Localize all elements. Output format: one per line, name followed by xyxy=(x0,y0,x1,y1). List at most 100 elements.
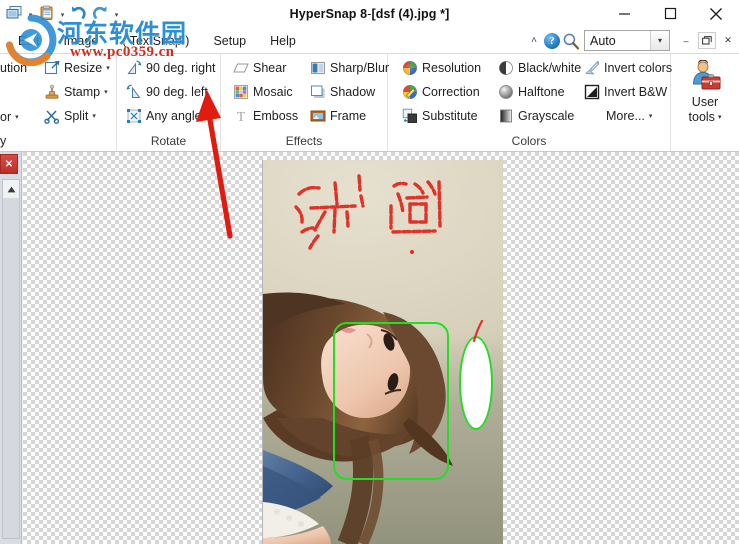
window-title-app: HyperSnap 8 xyxy=(289,6,368,21)
scroll-up-arrow-icon[interactable] xyxy=(3,180,19,198)
black-white-icon xyxy=(498,60,514,76)
title-bar: ▾ ▾ ▾ HyperSnap 8 - [dsf (4).jpg *] xyxy=(0,0,739,27)
ribbon-item-more-colors[interactable]: More... ▾ xyxy=(580,104,656,128)
rotate-right-icon xyxy=(126,60,142,76)
workspace: ✕ xyxy=(0,152,739,544)
redo-icon[interactable] xyxy=(90,3,111,24)
ribbon-item-split[interactable]: Split ▾ xyxy=(40,104,100,128)
ribbon-item-label: Correction xyxy=(422,85,480,99)
green-rectangle-annotation[interactable] xyxy=(333,322,449,480)
stamp-icon xyxy=(44,84,60,100)
close-icon[interactable]: ✕ xyxy=(0,154,18,174)
mdi-minimize-button[interactable]: – xyxy=(677,32,695,49)
menu-bar-right: ˄ ? Auto ▾ – ✕ xyxy=(526,27,737,54)
close-button[interactable] xyxy=(693,0,739,27)
menu-item-image[interactable]: Image xyxy=(52,27,111,54)
user-tools-label-line2: tools ▾ xyxy=(689,110,722,125)
minimize-button[interactable] xyxy=(601,0,647,27)
ribbon-group-colors: Resolution Correction Substitute Black/w… xyxy=(388,54,672,151)
opened-image[interactable] xyxy=(262,160,503,544)
ribbon-item-color-resolution[interactable]: Resolution xyxy=(398,56,485,80)
zoom-combo[interactable]: Auto ▾ xyxy=(584,30,670,51)
chevron-down-icon[interactable]: ▾ xyxy=(649,112,653,120)
shear-icon xyxy=(233,60,249,76)
search-icon[interactable] xyxy=(562,32,580,50)
capture-icon[interactable] xyxy=(4,3,25,24)
menu-items: Edit Image ( TextSnap ) Setup Help xyxy=(6,27,308,54)
menu-item-help[interactable]: Help xyxy=(258,27,308,54)
red-tick-annotation xyxy=(472,320,484,342)
colors-group-column-2: Black/white Halftone Grayscale xyxy=(494,56,585,128)
ribbon-item-resolution-clipped[interactable]: ution xyxy=(0,56,31,80)
menu-item-edit[interactable]: Edit xyxy=(6,27,52,54)
ribbon-item-y-clipped[interactable]: y xyxy=(0,129,10,153)
maximize-button[interactable] xyxy=(647,0,693,27)
ribbon-item-color-substitute[interactable]: Substitute xyxy=(398,104,482,128)
docked-panel-strip: ✕ xyxy=(0,152,22,544)
vertical-scrollbar[interactable] xyxy=(2,179,20,539)
help-icon[interactable]: ? xyxy=(544,32,560,49)
user-tools-label-line1: User xyxy=(691,95,719,109)
chevron-down-icon[interactable]: ▾ xyxy=(15,113,19,121)
red-handdrawn-characters xyxy=(294,174,442,255)
ribbon-group-effects: Shear Mosaic T Emboss Sharp/Blur Shadow … xyxy=(221,54,389,151)
ribbon-item-label: Halftone xyxy=(518,85,565,99)
capture-dropdown-icon[interactable]: ▾ xyxy=(26,3,35,24)
ribbon-item-black-white[interactable]: Black/white xyxy=(494,56,585,80)
image-canvas[interactable] xyxy=(23,152,739,544)
ribbon-item-invert-colors[interactable]: Invert colors xyxy=(580,56,676,80)
mdi-close-button[interactable]: ✕ xyxy=(719,32,737,49)
ribbon-item-label: Split xyxy=(64,109,89,123)
chevron-down-icon[interactable]: ▾ xyxy=(718,110,722,125)
customize-qat-icon[interactable]: ▾ xyxy=(112,3,121,24)
ribbon-item-color-clipped[interactable]: or ▾ xyxy=(0,105,23,129)
ribbon-item-shadow[interactable]: Shadow xyxy=(306,80,379,104)
ribbon-item-grayscale[interactable]: Grayscale xyxy=(494,104,578,128)
ribbon-item-invert-bw[interactable]: Invert B&W xyxy=(580,80,671,104)
menu-item-setup[interactable]: Setup xyxy=(201,27,258,54)
ribbon-item-label: Resolution xyxy=(422,61,482,75)
colors-group-column-3: Invert colors Invert B&W More... ▾ xyxy=(580,56,676,128)
ribbon-item-halftone[interactable]: Halftone xyxy=(494,80,569,104)
ribbon-item-resize[interactable]: Resize ▾ xyxy=(40,56,114,80)
chevron-down-icon[interactable]: ▾ xyxy=(92,112,96,120)
ribbon-item-shear[interactable]: Shear xyxy=(229,56,290,80)
shadow-icon xyxy=(310,84,326,100)
undo-icon[interactable] xyxy=(68,3,89,24)
ribbon-item-label: y xyxy=(0,134,7,148)
quick-access-toolbar: ▾ ▾ ▾ xyxy=(4,2,121,24)
window-title-separator: - xyxy=(367,6,372,21)
window-controls xyxy=(601,0,739,27)
menu-item-textsnap[interactable]: ( TextSnap ) xyxy=(110,27,201,54)
ribbon-item-color-correction[interactable]: Correction xyxy=(398,80,484,104)
green-ellipse-annotation[interactable] xyxy=(459,336,493,430)
ribbon-item-rotate-90-right[interactable]: 90 deg. right xyxy=(122,56,220,80)
ribbon-item-label: Resize xyxy=(64,61,103,75)
red-arrow-annotation xyxy=(196,90,233,239)
colors-group-column-1: Resolution Correction Substitute xyxy=(398,56,485,128)
paste-dropdown-icon[interactable]: ▾ xyxy=(58,3,67,24)
frame-icon xyxy=(310,108,326,124)
zoom-combo-value: Auto xyxy=(590,33,616,48)
user-tools-button[interactable]: User tools ▾ xyxy=(671,54,739,151)
mdi-restore-button[interactable] xyxy=(698,32,716,49)
ribbon-item-frame[interactable]: Frame xyxy=(306,104,370,128)
menu-bar: Edit Image ( TextSnap ) Setup Help ˄ ? A… xyxy=(0,27,739,54)
ribbon: ution or ▾ y Resize ▾ Stamp ▾ Split ▾ 90… xyxy=(0,54,739,152)
ribbon-item-sharp-blur[interactable]: Sharp/Blur xyxy=(306,56,393,80)
effects-group-column-2: Sharp/Blur Shadow Frame xyxy=(306,56,393,128)
ribbon-item-stamp[interactable]: Stamp ▾ xyxy=(40,80,112,104)
ribbon-item-label: Frame xyxy=(330,109,367,123)
ribbon-item-label: Shadow xyxy=(330,85,376,99)
split-scissors-icon xyxy=(44,108,60,124)
chevron-down-icon[interactable]: ▾ xyxy=(106,64,110,72)
paste-icon[interactable] xyxy=(36,3,57,24)
invert-bw-icon xyxy=(584,84,600,100)
collapse-ribbon-icon[interactable]: ˄ xyxy=(526,35,542,46)
ribbon-item-label: or xyxy=(0,110,12,124)
chevron-down-icon[interactable]: ▾ xyxy=(104,88,108,96)
sharp-blur-icon xyxy=(310,60,326,76)
chevron-down-icon[interactable]: ▾ xyxy=(650,31,669,50)
ribbon-item-label: 90 deg. right xyxy=(146,61,216,75)
any-angle-icon xyxy=(126,108,142,124)
